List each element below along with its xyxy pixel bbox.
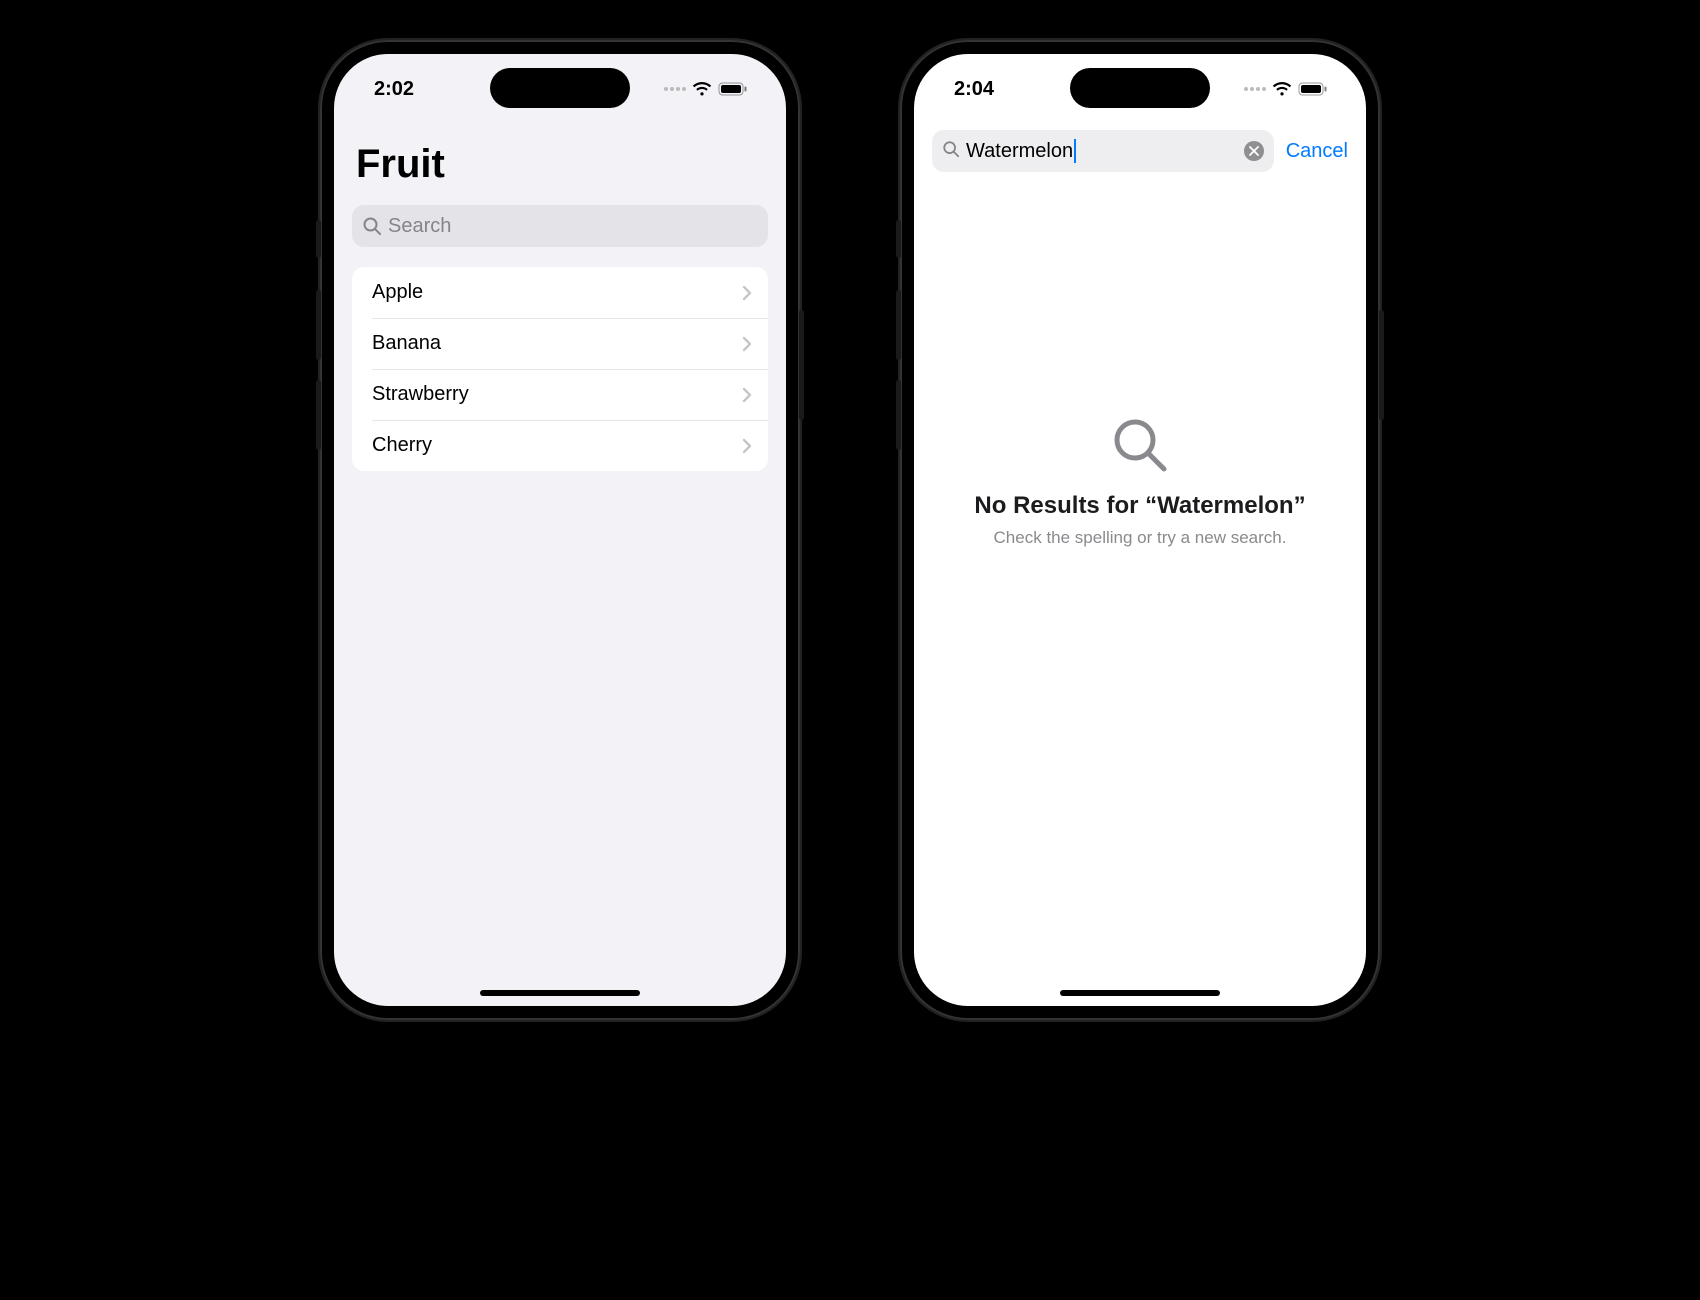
device-frame-left: 2:02 Fruit Search Apple bbox=[320, 40, 800, 1020]
text-caret bbox=[1074, 139, 1076, 163]
screen-left: 2:02 Fruit Search Apple bbox=[334, 54, 786, 1006]
home-indicator[interactable] bbox=[480, 990, 640, 996]
chevron-right-icon bbox=[742, 438, 752, 454]
dynamic-island bbox=[1070, 68, 1210, 108]
search-placeholder: Search bbox=[388, 215, 451, 238]
fruit-list: Apple Banana Strawberry Cherry bbox=[352, 267, 768, 471]
list-item[interactable]: Strawberry bbox=[352, 369, 768, 420]
empty-state-subtitle: Check the spelling or try a new search. bbox=[994, 528, 1287, 548]
list-item-label: Apple bbox=[372, 281, 423, 304]
clear-search-button[interactable] bbox=[1244, 141, 1264, 161]
search-query-text: Watermelon bbox=[966, 140, 1073, 163]
silence-switch bbox=[896, 220, 901, 258]
battery-icon bbox=[718, 82, 748, 96]
silence-switch bbox=[316, 220, 321, 258]
list-item[interactable]: Apple bbox=[352, 267, 768, 318]
status-right bbox=[664, 82, 748, 97]
wifi-icon bbox=[692, 82, 712, 97]
chevron-right-icon bbox=[742, 285, 752, 301]
search-bar[interactable]: Search bbox=[352, 205, 768, 247]
power-button bbox=[799, 310, 804, 420]
list-item-label: Cherry bbox=[372, 434, 432, 457]
cellular-icon bbox=[1244, 87, 1266, 91]
search-icon bbox=[942, 140, 960, 163]
search-query: Watermelon bbox=[966, 139, 1238, 163]
volume-up-button bbox=[316, 290, 321, 360]
list-item[interactable]: Cherry bbox=[352, 420, 768, 471]
empty-state-title: No Results for “Watermelon” bbox=[974, 492, 1305, 520]
home-indicator[interactable] bbox=[1060, 990, 1220, 996]
search-input[interactable]: Watermelon bbox=[932, 130, 1274, 172]
screen-right: 2:04 Watermelon bbox=[914, 54, 1366, 1006]
search-row: Watermelon Cancel bbox=[914, 112, 1366, 184]
empty-state: No Results for “Watermelon” Check the sp… bbox=[914, 416, 1366, 548]
search-large-icon bbox=[1111, 416, 1169, 474]
chevron-right-icon bbox=[742, 336, 752, 352]
list-item-label: Strawberry bbox=[372, 383, 469, 406]
list-item[interactable]: Banana bbox=[352, 318, 768, 369]
list-item-label: Banana bbox=[372, 332, 441, 355]
volume-down-button bbox=[896, 380, 901, 450]
device-frame-right: 2:04 Watermelon bbox=[900, 40, 1380, 1020]
status-time: 2:04 bbox=[954, 78, 994, 101]
cellular-icon bbox=[664, 87, 686, 91]
wifi-icon bbox=[1272, 82, 1292, 97]
dynamic-island bbox=[490, 68, 630, 108]
volume-down-button bbox=[316, 380, 321, 450]
status-time: 2:02 bbox=[374, 78, 414, 101]
chevron-right-icon bbox=[742, 387, 752, 403]
power-button bbox=[1379, 310, 1384, 420]
status-right bbox=[1244, 82, 1328, 97]
volume-up-button bbox=[896, 290, 901, 360]
search-icon bbox=[362, 216, 382, 236]
cancel-button[interactable]: Cancel bbox=[1286, 140, 1348, 163]
battery-icon bbox=[1298, 82, 1328, 96]
page-title: Fruit bbox=[334, 112, 786, 197]
